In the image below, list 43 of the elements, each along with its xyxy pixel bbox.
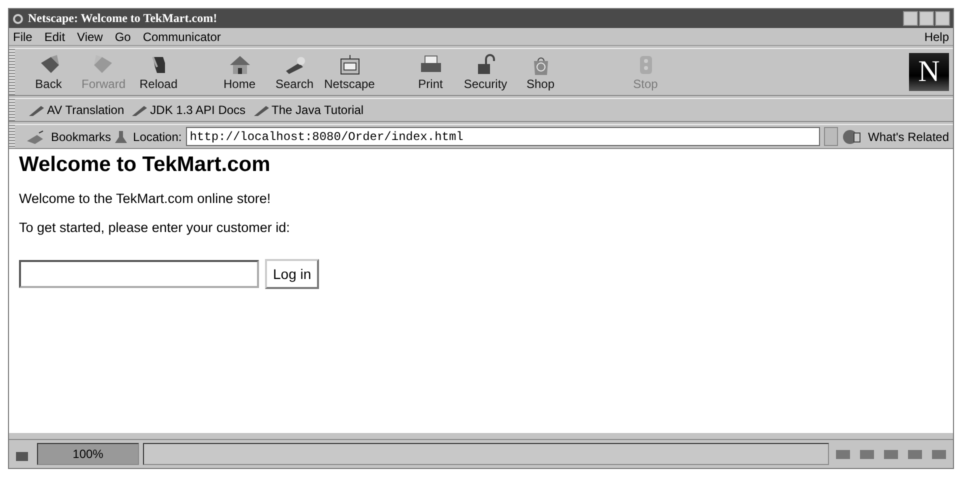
toolbar-button[interactable]: Shop xyxy=(513,49,568,95)
bookmark-link[interactable]: AV Translation xyxy=(47,103,124,117)
logo[interactable]: N xyxy=(909,53,949,91)
bookmarks-label[interactable]: Bookmarks xyxy=(51,130,112,144)
toolbar-button[interactable]: Search xyxy=(267,49,322,95)
toolbar-button[interactable]: Security xyxy=(458,49,513,95)
menu-item[interactable]: Edit xyxy=(44,30,66,44)
menu-item[interactable]: Go xyxy=(114,30,131,44)
menu-item[interactable]: View xyxy=(77,30,103,44)
netscape-icon xyxy=(338,53,362,77)
location-icon xyxy=(115,128,130,144)
bookmark-icon xyxy=(27,103,45,117)
page-text: Welcome to the TekMart.com online store! xyxy=(19,191,272,206)
menu-item[interactable]: File xyxy=(13,30,32,44)
toolbar-button[interactable]: Netscape xyxy=(322,49,377,95)
customer-id-field[interactable] xyxy=(19,260,259,288)
login-button[interactable]: Log in xyxy=(265,259,320,289)
home-icon xyxy=(228,53,252,77)
toolbar-grip[interactable] xyxy=(9,125,15,148)
page-text: To get started, please enter your customer id: xyxy=(19,220,291,235)
toolbar-grip[interactable] xyxy=(9,99,15,121)
close-button[interactable] xyxy=(935,11,950,26)
url-field[interactable]: http://localhost:8080/Order/index.html xyxy=(186,127,820,146)
toolbar-button[interactable]: Back xyxy=(21,49,76,95)
location-label: Location: xyxy=(133,130,182,144)
maximize-button[interactable] xyxy=(919,11,934,26)
dropdown-button[interactable] xyxy=(824,127,838,146)
bookmark-link[interactable]: JDK 1.3 API Docs xyxy=(150,103,246,117)
bookmark-icon xyxy=(130,103,148,117)
toolbar-button[interactable]: Print xyxy=(403,49,458,95)
toolbar-button[interactable]: Reload xyxy=(131,49,186,95)
page-heading: Welcome to TekMart.com xyxy=(19,153,272,177)
bookmark-link[interactable]: The Java Tutorial xyxy=(272,103,364,117)
toolbar-button[interactable]: Home xyxy=(212,49,267,95)
toolbar-grip[interactable] xyxy=(9,49,15,95)
progress-bar: 100% xyxy=(37,443,139,465)
menu-item[interactable]: Help xyxy=(924,30,949,44)
app-icon xyxy=(12,12,24,24)
menu-item[interactable]: Communicator xyxy=(142,30,221,44)
minimize-button[interactable] xyxy=(903,11,918,26)
related-label[interactable]: What's Related xyxy=(868,130,949,144)
bookmark-icon xyxy=(252,103,270,117)
window-title: Netscape: Welcome to TekMart.com! xyxy=(28,11,218,26)
